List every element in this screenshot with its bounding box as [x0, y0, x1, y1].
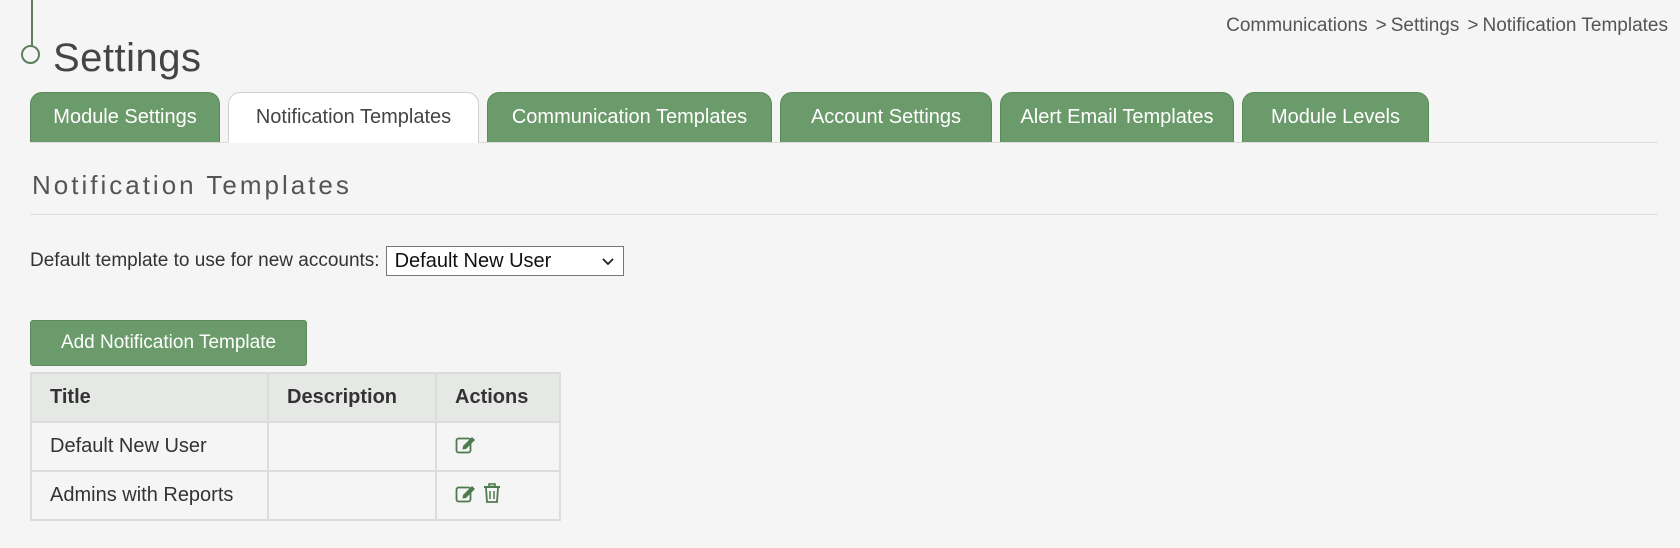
breadcrumb-item-communications[interactable]: Communications [1226, 15, 1368, 36]
edit-icon[interactable] [455, 483, 477, 509]
tab-module-levels[interactable]: Module Levels [1242, 92, 1429, 142]
templates-table: Title Description Actions Default New Us… [30, 372, 561, 521]
header-description: Description [267, 372, 437, 423]
default-template-label: Default template to use for new accounts… [30, 250, 380, 271]
row-description [267, 421, 437, 472]
default-template-row: Default template to use for new accounts… [30, 246, 624, 276]
header-actions: Actions [435, 372, 561, 423]
page-title: Settings [53, 36, 202, 80]
row-description [267, 470, 437, 521]
tab-communication-templates[interactable]: Communication Templates [487, 92, 772, 142]
breadcrumb-item-notification-templates: Notification Templates [1482, 15, 1668, 36]
chevron-down-icon [601, 250, 615, 273]
table-header-row: Title Description Actions [30, 372, 561, 423]
tab-alert-email-templates[interactable]: Alert Email Templates [1000, 92, 1234, 142]
breadcrumb: Communications > Settings > Notification Tem… [1226, 15, 1668, 37]
row-actions [435, 470, 561, 521]
timeline-dot-icon [21, 45, 40, 64]
trash-icon[interactable] [483, 482, 501, 509]
settings-tabs: Module Settings Notification Templates C… [30, 92, 1658, 143]
tab-notification-templates[interactable]: Notification Templates [228, 92, 479, 143]
row-title: Default New User [30, 421, 269, 472]
breadcrumb-separator: > [1467, 15, 1479, 36]
header-title: Title [30, 372, 269, 423]
tab-account-settings[interactable]: Account Settings [780, 92, 992, 142]
section-divider [30, 214, 1658, 215]
row-title: Admins with Reports [30, 470, 269, 521]
default-template-select[interactable]: Default New User [385, 246, 624, 276]
table-row: Admins with Reports [30, 470, 561, 521]
default-template-value: Default New User [394, 249, 552, 272]
section-title: Notification Templates [32, 170, 352, 200]
breadcrumb-item-settings[interactable]: Settings [1391, 15, 1460, 36]
table-row: Default New User [30, 421, 561, 472]
row-actions [435, 421, 561, 472]
breadcrumb-separator: > [1375, 15, 1387, 36]
edit-icon[interactable] [455, 434, 477, 460]
tab-module-settings[interactable]: Module Settings [30, 92, 220, 142]
add-notification-template-button[interactable]: Add Notification Template [30, 320, 307, 366]
timeline-line [31, 0, 33, 46]
